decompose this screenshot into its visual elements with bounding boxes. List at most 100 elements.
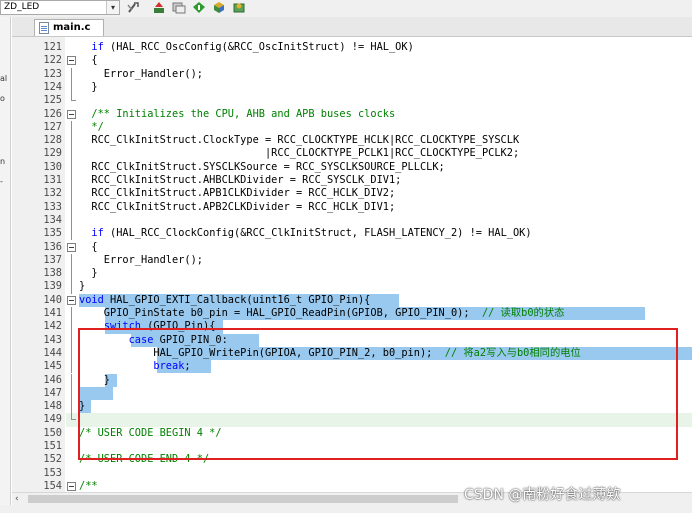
chevron-down-icon[interactable]: ▾ bbox=[106, 1, 119, 14]
line-number: 122 bbox=[43, 54, 62, 67]
code-line[interactable]: 137 Error_Handler(); bbox=[12, 253, 692, 268]
code-line[interactable]: 124 } bbox=[12, 80, 692, 95]
line-number: 126 bbox=[43, 107, 62, 120]
code-line[interactable]: 128 RCC_ClkInitStruct.ClockType = RCC_CL… bbox=[12, 134, 692, 148]
fold-line bbox=[71, 373, 72, 387]
code-line[interactable]: 129 |RCC_CLOCKTYPE_PCLK1|RCC_CLOCKTYPE_P… bbox=[12, 147, 692, 161]
scroll-thumb[interactable] bbox=[28, 495, 458, 503]
panel-text: o bbox=[0, 94, 5, 103]
panel-text: - bbox=[0, 177, 3, 186]
code-text: Error_Handler(); bbox=[79, 253, 203, 266]
fold-toggle-icon[interactable] bbox=[67, 56, 76, 66]
code-line[interactable]: 135 if (HAL_RCC_ClockConfig(&RCC_ClkInit… bbox=[12, 227, 692, 241]
code-text: void HAL_GPIO_EXTI_Callback(uint16_t GPI… bbox=[79, 293, 371, 306]
tab-label: main.c bbox=[53, 22, 91, 33]
line-number: 131 bbox=[43, 174, 62, 186]
fold-end-marker bbox=[71, 94, 76, 102]
line-number: 137 bbox=[43, 253, 62, 266]
pack-icon[interactable] bbox=[232, 1, 246, 14]
code-line[interactable]: 131 RCC_ClkInitStruct.AHBCLKDivider = RC… bbox=[12, 174, 692, 188]
code-line[interactable]: 126 /** Initializes the CPU, AHB and APB… bbox=[12, 108, 692, 121]
fold-line bbox=[71, 267, 72, 281]
code-text: Error_Handler(); bbox=[79, 67, 203, 80]
code-text: } bbox=[79, 80, 98, 93]
target-name: ZD_LED bbox=[4, 2, 40, 12]
code-text: RCC_ClkInitStruct.APB2CLKDivider = RCC_H… bbox=[79, 200, 396, 213]
line-number: 144 bbox=[43, 346, 62, 359]
line-number: 124 bbox=[43, 80, 62, 93]
code-line[interactable]: 133 RCC_ClkInitStruct.APB2CLKDivider = R… bbox=[12, 200, 692, 214]
line-number: 135 bbox=[43, 227, 62, 240]
manage-run-time-icon[interactable] bbox=[192, 1, 206, 14]
code-editor[interactable]: 121 if (HAL_RCC_OscConfig(&RCC_OscInitSt… bbox=[12, 37, 692, 492]
code-text: /** bbox=[79, 479, 98, 492]
code-line[interactable]: 127 */ bbox=[12, 120, 692, 135]
fold-line bbox=[71, 134, 72, 148]
line-number: 148 bbox=[43, 400, 62, 413]
code-text: if (HAL_RCC_ClockConfig(&RCC_ClkInitStru… bbox=[91, 227, 532, 240]
code-line[interactable]: 134 bbox=[12, 213, 692, 228]
line-number: 121 bbox=[43, 41, 62, 53]
code-line[interactable]: 123 Error_Handler(); bbox=[12, 67, 692, 81]
line-number: 128 bbox=[43, 134, 62, 147]
line-number: 142 bbox=[43, 320, 62, 333]
code-line[interactable]: 125 bbox=[12, 94, 692, 107]
fold-line bbox=[71, 320, 72, 334]
fold-line bbox=[71, 253, 72, 268]
toolbar: ZD_LED ▾ bbox=[0, 0, 692, 17]
panel-text: n bbox=[0, 157, 6, 166]
fold-toggle-icon[interactable] bbox=[67, 481, 76, 491]
line-number: 136 bbox=[43, 240, 62, 253]
code-line[interactable]: 138 } bbox=[12, 267, 692, 281]
code-text: RCC_ClkInitStruct.SYSCLKSource = RCC_SYS… bbox=[79, 160, 445, 173]
fold-line bbox=[71, 174, 72, 188]
line-number: 139 bbox=[43, 280, 62, 293]
code-line[interactable]: 140 void HAL_GPIO_EXTI_Callback(uint16_t … bbox=[12, 293, 692, 307]
fold-toggle-icon[interactable] bbox=[67, 109, 76, 119]
line-number: 149 bbox=[43, 413, 62, 426]
code-text: /** Initializes the CPU, AHB and APB bus… bbox=[79, 107, 396, 120]
watermark: CSDN @南粉好食过薄欸 bbox=[464, 487, 621, 503]
line-number: 127 bbox=[43, 120, 62, 133]
code-text: */ bbox=[79, 120, 104, 133]
select-software-packs-icon[interactable] bbox=[212, 1, 226, 14]
c-file-icon bbox=[39, 22, 49, 34]
line-number: 133 bbox=[43, 200, 62, 213]
code-line[interactable]: 121 if (HAL_RCC_OscConfig(&RCC_OscInitSt… bbox=[12, 41, 692, 54]
code-line[interactable]: 122 { bbox=[12, 54, 692, 67]
code-line[interactable]: 132 RCC_ClkInitStruct.APB1CLKDivider = R… bbox=[12, 187, 692, 201]
code-line[interactable]: 130 RCC_ClkInitStruct.SYSCLKSource = RCC… bbox=[12, 160, 692, 174]
target-options-icon[interactable] bbox=[126, 1, 140, 14]
line-number: 141 bbox=[43, 307, 62, 319]
code-line[interactable]: 139} bbox=[12, 280, 692, 294]
fold-line bbox=[71, 120, 72, 135]
project-panel-strip: al o n - bbox=[0, 17, 11, 513]
editor-tab-bar: main.c bbox=[12, 17, 692, 37]
line-number: 154 bbox=[43, 479, 62, 492]
code-text: if (HAL_RCC_OscConfig(&RCC_OscInitStruct… bbox=[91, 41, 414, 53]
line-number: 146 bbox=[43, 373, 62, 386]
code-text: } bbox=[79, 267, 98, 280]
panel-text: al bbox=[0, 74, 8, 83]
scroll-left-icon[interactable]: ‹ bbox=[15, 493, 19, 505]
code-line[interactable]: 141 GPIO_PinState b0_pin = HAL_GPIO_Read… bbox=[12, 307, 692, 321]
fold-line bbox=[71, 227, 72, 241]
fold-end-marker bbox=[71, 413, 76, 421]
code-text: { bbox=[79, 240, 98, 253]
fold-toggle-icon[interactable] bbox=[67, 295, 76, 305]
line-number: 145 bbox=[43, 360, 62, 373]
fold-line bbox=[71, 80, 72, 95]
code-line[interactable]: 153 bbox=[12, 467, 692, 480]
status-strip bbox=[0, 505, 692, 513]
tab-main-c[interactable]: main.c bbox=[34, 19, 104, 36]
fold-toggle-icon[interactable] bbox=[67, 242, 76, 252]
line-number: 151 bbox=[43, 440, 62, 452]
code-line[interactable]: 136 { bbox=[12, 241, 692, 254]
target-select[interactable]: ZD_LED ▾ bbox=[0, 0, 120, 15]
fold-line bbox=[71, 187, 72, 201]
pack-installer-icon[interactable] bbox=[172, 1, 186, 14]
fold-line bbox=[71, 160, 72, 174]
fold-line bbox=[71, 333, 72, 347]
load-icon[interactable] bbox=[152, 1, 166, 14]
line-number: 130 bbox=[43, 160, 62, 173]
